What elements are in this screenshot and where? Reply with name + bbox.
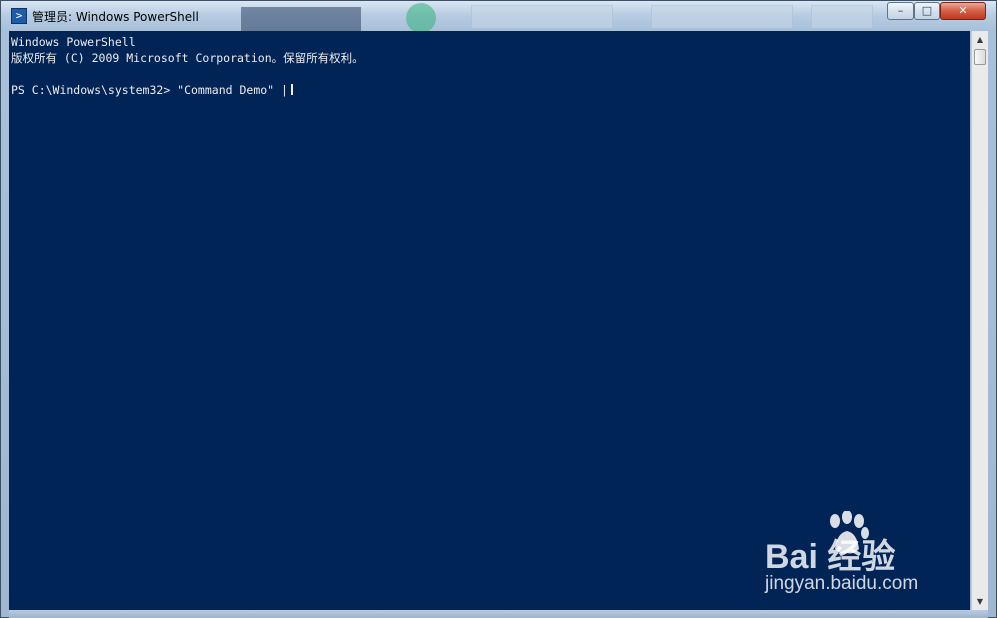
- maximize-button[interactable]: □: [914, 2, 940, 20]
- console-prompt-text: PS C:\Windows\system32> "Command Demo" |: [11, 83, 288, 97]
- window-bottom-border: [9, 610, 988, 618]
- ghost-tab: [471, 5, 613, 29]
- vertical-scrollbar[interactable]: ▲ ▼: [971, 31, 988, 610]
- window-title: 管理员: Windows PowerShell: [32, 10, 199, 24]
- console-line-banner: Windows PowerShell: [11, 35, 136, 49]
- title-bar[interactable]: > 管理员: Windows PowerShell – □ ✕: [1, 1, 996, 33]
- powershell-window: > 管理员: Windows PowerShell – □ ✕ Windows …: [0, 0, 997, 618]
- ghost-window-dark: [241, 7, 361, 31]
- scroll-up-arrow-icon[interactable]: ▲: [972, 31, 988, 48]
- ghost-tab: [811, 5, 873, 29]
- baidu-jingyan-watermark: Bai 经验 jingyan.baidu.com: [763, 511, 963, 601]
- watermark-brand: Bai 经验: [765, 538, 896, 576]
- maximize-icon: □: [921, 4, 933, 17]
- minimize-icon: –: [897, 4, 904, 17]
- close-icon: ✕: [958, 4, 968, 17]
- minimize-button[interactable]: –: [887, 2, 914, 20]
- background-window-ghosts: [201, 3, 881, 33]
- text-cursor: [290, 84, 293, 95]
- ghost-tab: [651, 5, 793, 29]
- watermark-url: jingyan.baidu.com: [765, 573, 919, 594]
- close-button[interactable]: ✕: [940, 2, 986, 20]
- scroll-down-arrow-icon[interactable]: ▼: [972, 593, 988, 610]
- console-prompt-line[interactable]: PS C:\Windows\system32> "Command Demo" |: [11, 83, 293, 97]
- ghost-app-icon: [406, 3, 436, 33]
- powershell-icon[interactable]: >: [11, 8, 27, 24]
- scroll-thumb[interactable]: [974, 49, 986, 65]
- console-line-copyright: 版权所有 (C) 2009 Microsoft Corporation。保留所有…: [11, 51, 364, 65]
